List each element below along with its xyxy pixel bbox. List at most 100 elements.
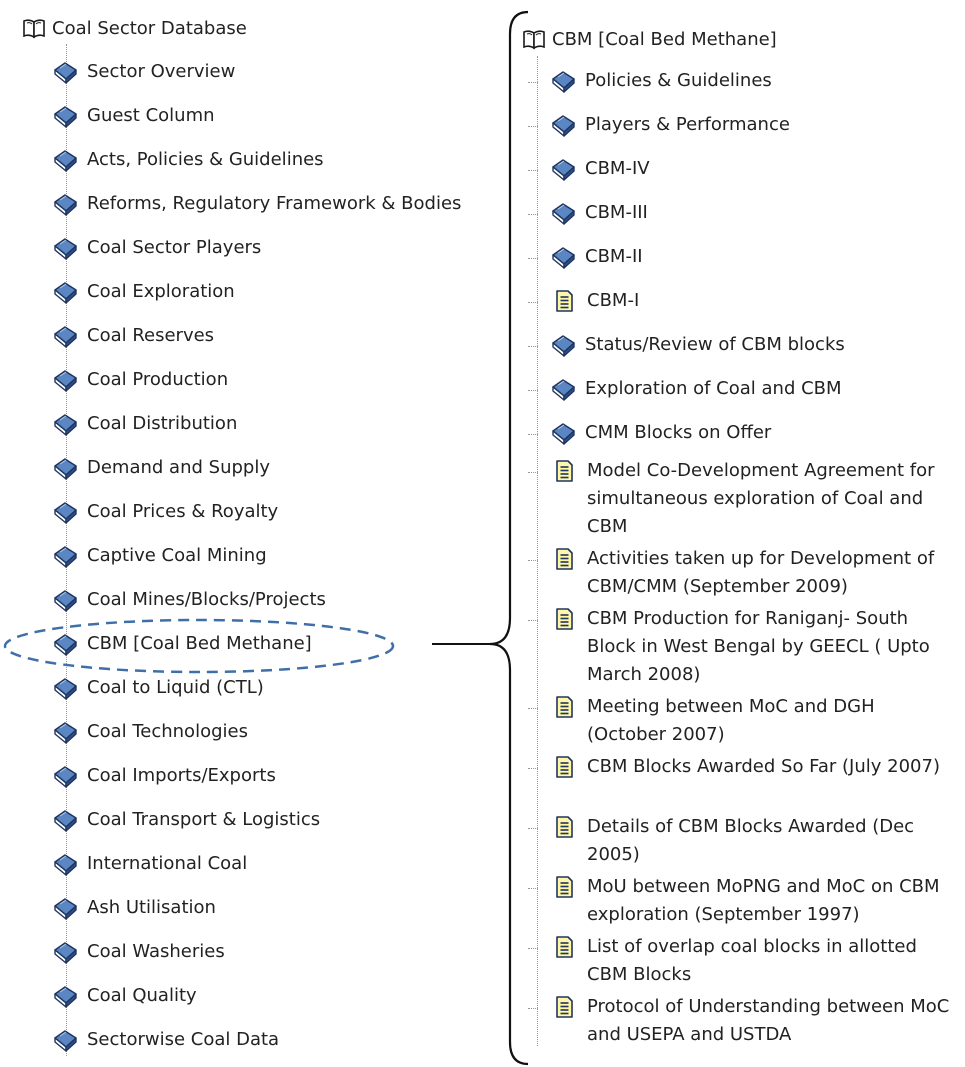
closed-book-icon [52,412,78,436]
document-icon [553,995,575,1019]
left-tree-item[interactable]: Coal Sector Players [52,234,261,262]
closed-book-icon [52,852,78,876]
left-tree-item[interactable]: Coal Production [52,366,228,394]
left-tree-item-label: CBM [Coal Bed Methane] [87,633,312,654]
right-tree-item-label: CMM Blocks on Offer [585,422,772,443]
left-tree-item[interactable]: International Coal [52,850,247,878]
tree-branch-line [528,434,538,435]
closed-book-icon [52,368,78,392]
right-tree-item-label: CBM Production for Raniganj- South Block… [587,608,930,685]
right-tree-item[interactable]: Protocol of Understanding between MoC an… [550,993,958,1049]
left-tree-item-label: Coal Washeries [87,941,225,962]
left-tree-item-label: International Coal [87,853,248,874]
tree-branch-line [528,258,538,259]
right-tree-item[interactable]: CBM-I [550,287,958,315]
tree-branch-line [528,82,538,83]
left-tree-item[interactable]: Acts, Policies & Guidelines [52,146,324,174]
closed-book-icon [550,421,576,445]
left-tree-item-label: Coal Technologies [87,721,248,742]
right-tree-item[interactable]: List of overlap coal blocks in allotted … [550,933,958,989]
right-tree-item[interactable]: Players & Performance [550,111,958,139]
right-tree-root-label: CBM [Coal Bed Methane] [552,28,777,50]
tree-branch-line [528,214,538,215]
left-tree-item[interactable]: Coal Distribution [52,410,237,438]
closed-book-icon [52,148,78,172]
right-tree-item[interactable]: MoU between MoPNG and MoC on CBM explora… [550,873,958,929]
left-tree-item[interactable]: Reforms, Regulatory Framework & Bodies [52,190,461,218]
right-tree-item-label: Exploration of Coal and CBM [585,378,842,399]
closed-book-icon [52,676,78,700]
right-tree-item[interactable]: Meeting between MoC and DGH (October 200… [550,693,958,749]
tree-branch-line [528,170,538,171]
right-tree-item-label: MoU between MoPNG and MoC on CBM explora… [587,876,940,925]
closed-book-icon [550,245,576,269]
right-tree-item-label: CBM Blocks Awarded So Far (July 2007) [587,756,940,777]
right-tree-item[interactable]: Policies & Guidelines [550,67,958,95]
tree-branch-line [528,888,538,889]
left-tree-item[interactable]: Demand and Supply [52,454,270,482]
left-tree-item[interactable]: Coal Quality [52,982,197,1010]
closed-book-icon [52,192,78,216]
right-tree-item[interactable]: Status/Review of CBM blocks [550,331,958,359]
closed-book-icon [52,236,78,260]
closed-book-icon [52,104,78,128]
left-tree-item[interactable]: Coal Mines/Blocks/Projects [52,586,326,614]
left-tree-root[interactable]: Coal Sector Database [22,13,247,43]
left-tree-item-label: Coal Prices & Royalty [87,501,279,522]
right-tree-item[interactable]: CBM-II [550,243,958,271]
left-tree-item[interactable]: Coal Reserves [52,322,214,350]
closed-book-icon [550,113,576,137]
right-tree-item-label: Policies & Guidelines [585,70,772,91]
right-tree-item[interactable]: Activities taken up for Development of C… [550,545,958,601]
closed-book-icon [52,632,78,656]
left-tree-item-label: Coal Production [87,369,229,390]
closed-book-icon [550,333,576,357]
left-tree-item[interactable]: Coal Prices & Royalty [52,498,278,526]
closed-book-icon [52,60,78,84]
left-tree-item-label: Demand and Supply [87,457,270,478]
tree-branch-line [528,708,538,709]
left-tree-item[interactable]: Coal to Liquid (CTL) [52,674,264,702]
closed-book-icon [550,377,576,401]
document-icon [553,815,575,839]
closed-book-icon [52,324,78,348]
right-tree-item[interactable]: CBM Production for Raniganj- South Block… [550,605,958,689]
left-tree-item[interactable]: Coal Transport & Logistics [52,806,320,834]
closed-book-icon [52,808,78,832]
right-tree-item-label: Status/Review of CBM blocks [585,334,845,355]
closed-book-icon [550,157,576,181]
document-icon [553,289,575,313]
right-tree-item[interactable]: CBM-III [550,199,958,227]
right-tree-item[interactable]: Details of CBM Blocks Awarded (Dec 2005) [550,813,958,869]
closed-book-icon [52,940,78,964]
left-tree-item[interactable]: Coal Washeries [52,938,225,966]
tree-branch-line [528,472,538,473]
right-tree-item[interactable]: CMM Blocks on Offer [550,419,958,447]
closed-book-icon [550,201,576,225]
right-tree-root[interactable]: CBM [Coal Bed Methane] [522,24,777,54]
right-tree-item[interactable]: Exploration of Coal and CBM [550,375,958,403]
right-tree-item-label: CBM-III [585,202,648,223]
left-tree-item[interactable]: Sectorwise Coal Data [52,1026,279,1054]
left-tree-item-label: Coal Reserves [87,325,215,346]
right-tree-item[interactable]: CBM Blocks Awarded So Far (July 2007) [550,753,958,781]
left-tree-item-label: Coal Mines/Blocks/Projects [87,589,326,610]
closed-book-icon [52,764,78,788]
document-icon [553,695,575,719]
left-tree-item[interactable]: Sector Overview [52,58,235,86]
left-tree-item[interactable]: CBM [Coal Bed Methane] [52,630,312,658]
right-tree-item[interactable]: CBM-IV [550,155,958,183]
left-tree-item[interactable]: Guest Column [52,102,215,130]
right-tree-item[interactable]: Model Co-Development Agreement for simul… [550,457,958,541]
left-tree-item[interactable]: Captive Coal Mining [52,542,267,570]
left-tree-item[interactable]: Coal Exploration [52,278,235,306]
tree-branch-line [528,948,538,949]
left-tree-item[interactable]: Ash Utilisation [52,894,216,922]
left-tree-item-label: Coal Quality [87,985,197,1006]
closed-book-icon [52,280,78,304]
document-icon [553,875,575,899]
left-tree-item-label: Coal Imports/Exports [87,765,276,786]
document-icon [553,755,575,779]
left-tree-item[interactable]: Coal Technologies [52,718,248,746]
left-tree-item[interactable]: Coal Imports/Exports [52,762,276,790]
